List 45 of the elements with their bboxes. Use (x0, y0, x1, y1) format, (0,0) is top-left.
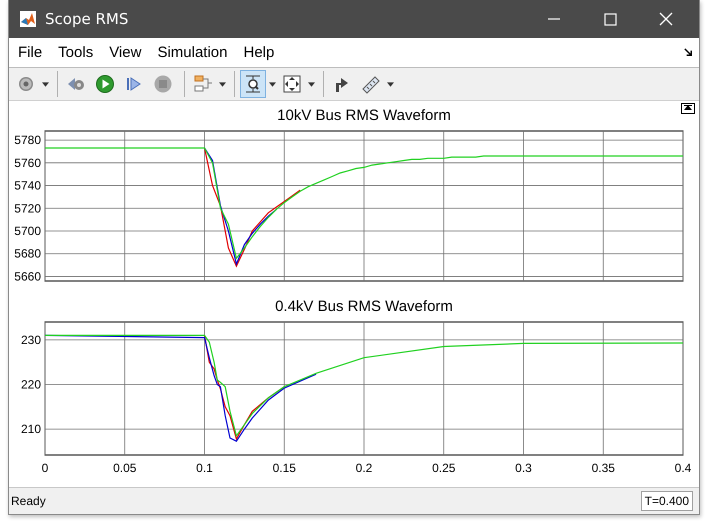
y-tick-label: 5740 (14, 178, 41, 193)
y-tick-label: 220 (20, 377, 41, 392)
caret-icon[interactable] (269, 82, 276, 86)
x-tick-label: 0.3 (515, 461, 532, 475)
menu-item[interactable]: Help (244, 44, 274, 61)
menu-item[interactable]: Simulation (157, 44, 228, 61)
y-tick-label: 210 (20, 422, 41, 436)
caret-icon[interactable] (219, 82, 226, 86)
y-tick-label: 5660 (14, 269, 41, 284)
x-tick-label: 0.35 (592, 461, 615, 475)
x-tick-label: 0.05 (113, 461, 136, 475)
x-tick-label: 0.25 (432, 461, 456, 475)
x-tick-label: 0.4 (674, 461, 692, 475)
status-text: Ready (11, 494, 46, 508)
zoom-icon (243, 74, 263, 94)
simulation-time: T=0.400 (640, 491, 693, 511)
y-tick-label: 5720 (14, 201, 41, 216)
caret-icon[interactable] (308, 82, 315, 86)
dock-icon[interactable] (681, 103, 695, 114)
gear-icon (16, 74, 36, 94)
y-tick-label: 230 (20, 332, 41, 347)
chart-title: 0.4kV Bus RMS Waveform (275, 299, 453, 315)
x-tick-label: 0 (42, 461, 48, 475)
y-tick-label: 5760 (14, 156, 41, 170)
menu-item[interactable]: File (18, 44, 42, 61)
menu-item[interactable]: Tools (58, 44, 94, 61)
fit-icon (282, 74, 302, 94)
run-icon (95, 74, 115, 94)
caret-icon[interactable] (42, 82, 49, 86)
window-title: Scope RMS (45, 10, 128, 28)
x-tick-label: 0.15 (272, 461, 296, 475)
app-logo-icon (20, 11, 36, 27)
undock-arrow-icon[interactable] (683, 47, 694, 58)
stop-icon (153, 74, 173, 94)
signals-icon (193, 74, 213, 94)
caret-icon[interactable] (387, 82, 394, 86)
chart-title: 10kV Bus RMS Waveform (277, 107, 451, 124)
ruler-icon (361, 74, 381, 94)
x-tick-label: 0.1 (196, 461, 213, 475)
menu-item[interactable]: View (109, 44, 142, 61)
y-tick-label: 5700 (14, 224, 41, 238)
y-tick-label: 5680 (14, 246, 41, 261)
x-tick-label: 0.2 (356, 461, 372, 475)
toolbar-button[interactable] (240, 70, 266, 98)
y-tick-label: 5780 (14, 133, 41, 148)
